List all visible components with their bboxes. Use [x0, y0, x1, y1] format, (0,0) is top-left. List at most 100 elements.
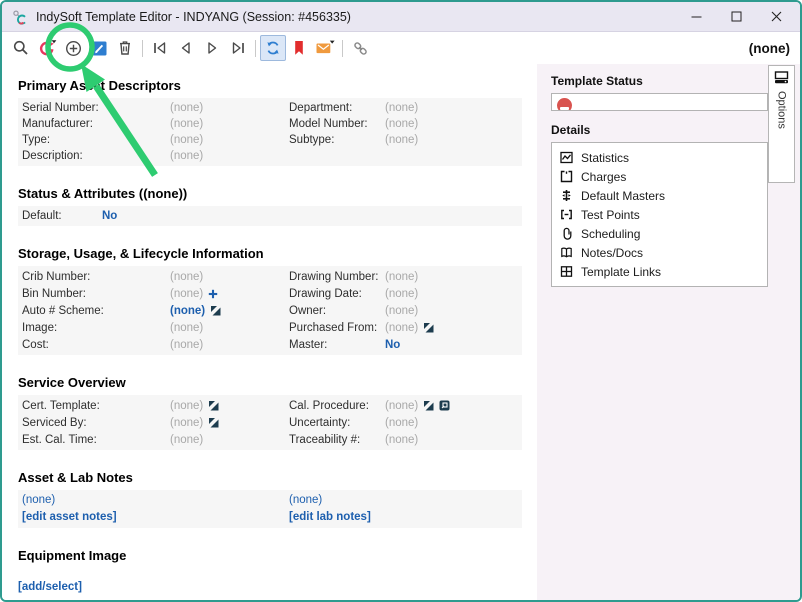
field-row: Image: (none) Purchased From: (none): [18, 319, 522, 336]
charges-icon: [560, 170, 573, 183]
field-label: Image:: [22, 322, 170, 334]
jump-icon: [210, 305, 221, 316]
section-heading-service: Service Overview: [18, 375, 537, 390]
add-button[interactable]: [60, 35, 86, 61]
field-value: (none): [385, 434, 418, 446]
details-item-charges[interactable]: Charges: [558, 167, 761, 186]
scheduling-icon: [560, 227, 573, 240]
email-button[interactable]: [312, 35, 338, 61]
toolbar-separator: [142, 40, 143, 57]
field-value: (none): [170, 288, 203, 300]
default-flag-value[interactable]: No: [102, 210, 117, 222]
app-logo-icon: [12, 9, 28, 25]
field-row: Serviced By: (none) Uncertainty: (none): [18, 414, 522, 431]
field-value: (none): [170, 134, 203, 146]
jump-icon: [423, 400, 434, 411]
field-value: (none): [170, 118, 203, 130]
field-label: Traceability #:: [289, 434, 385, 446]
auto-scheme-value[interactable]: (none): [170, 305, 205, 317]
field-label: Drawing Date:: [289, 288, 385, 300]
app-window: IndySoft Template Editor - INDYANG (Sess…: [0, 0, 802, 602]
details-panel: Statistics Charges: [551, 142, 768, 287]
field-value: (none): [385, 102, 418, 114]
details-item-notes-docs[interactable]: Notes/Docs: [558, 243, 761, 262]
minimize-button[interactable]: [676, 3, 716, 31]
cal-procedure-jump-button[interactable]: [423, 400, 434, 411]
section-heading-equipment: Equipment Image: [18, 548, 537, 563]
field-label: Bin Number:: [22, 288, 170, 300]
close-button[interactable]: [756, 3, 796, 31]
lab-notes-value: (none): [289, 494, 522, 506]
search-icon: [12, 39, 30, 57]
previous-record-button[interactable]: [173, 35, 199, 61]
section-heading-status: Status & Attributes ((none)): [18, 186, 537, 201]
plus-icon: [208, 289, 218, 299]
field-label: Model Number:: [289, 118, 385, 130]
details-item-template-links[interactable]: Template Links: [558, 262, 761, 281]
details-item-label: Template Links: [581, 265, 661, 279]
field-row: Serial Number: (none) Department: (none): [18, 100, 522, 116]
field-row: Cert. Template: (none) Cal. Procedure: (…: [18, 397, 522, 414]
field-label: Master:: [289, 339, 385, 351]
bookmark-button[interactable]: [286, 35, 312, 61]
field-row: Manufacturer: (none) Model Number: (none…: [18, 116, 522, 132]
link-button[interactable]: [347, 35, 373, 61]
toolbar: (none): [2, 32, 800, 64]
toolbar-separator: [255, 40, 256, 57]
details-item-statistics[interactable]: Statistics: [558, 148, 761, 167]
refresh-button[interactable]: [260, 35, 286, 61]
edit-asset-notes-link[interactable]: [edit asset notes]: [22, 511, 289, 523]
field-row: Type: (none) Subtype: (none): [18, 132, 522, 148]
section-heading-primary: Primary Asset Descriptors: [18, 78, 537, 93]
field-value: (none): [385, 118, 418, 130]
maximize-button[interactable]: [716, 3, 756, 31]
asset-notes-value: (none): [22, 494, 289, 506]
cal-procedure-open-button[interactable]: [439, 400, 450, 411]
bookmark-icon: [290, 39, 308, 57]
field-value: (none): [170, 322, 203, 334]
field-label: Purchased From:: [289, 322, 385, 334]
statistics-icon: [560, 151, 573, 164]
details-item-label: Default Masters: [581, 189, 665, 203]
default-masters-icon: [560, 189, 573, 202]
history-icon: [37, 39, 57, 58]
field-value: (none): [385, 322, 418, 334]
field-label: Owner:: [289, 305, 385, 317]
last-record-button[interactable]: [225, 35, 251, 61]
field-label: Type:: [22, 134, 170, 146]
field-value: (none): [385, 134, 418, 146]
first-record-button[interactable]: [147, 35, 173, 61]
field-label: Manufacturer:: [22, 118, 170, 130]
field-value: (none): [385, 288, 418, 300]
primary-descriptors-rows: Serial Number: (none) Department: (none)…: [18, 98, 522, 166]
add-select-image-link[interactable]: [add/select]: [18, 581, 82, 593]
add-bin-button[interactable]: [208, 289, 218, 299]
field-value: (none): [170, 102, 203, 114]
details-item-label: Statistics: [581, 151, 629, 165]
section-heading-storage: Storage, Usage, & Lifecycle Information: [18, 246, 537, 261]
edit-lab-notes-link[interactable]: [edit lab notes]: [289, 511, 522, 523]
field-label: Cert. Template:: [22, 400, 170, 412]
delete-button[interactable]: [112, 35, 138, 61]
cert-template-jump-button[interactable]: [208, 400, 219, 411]
options-tab[interactable]: Options: [768, 65, 795, 183]
find-button[interactable]: [8, 35, 34, 61]
details-item-default-masters[interactable]: Default Masters: [558, 186, 761, 205]
master-flag-value[interactable]: No: [385, 339, 400, 351]
details-item-scheduling[interactable]: Scheduling: [558, 224, 761, 243]
computer-icon: [774, 71, 789, 84]
field-label: Cal. Procedure:: [289, 400, 385, 412]
next-record-button[interactable]: [199, 35, 225, 61]
serviced-by-jump-button[interactable]: [208, 417, 219, 428]
field-value: (none): [170, 150, 203, 162]
details-item-test-points[interactable]: Test Points: [558, 205, 761, 224]
auto-scheme-jump-button[interactable]: [210, 305, 221, 316]
field-label: Serial Number:: [22, 102, 170, 114]
history-button[interactable]: [34, 35, 60, 61]
purchased-from-jump-button[interactable]: [423, 322, 434, 333]
edit-button[interactable]: [86, 35, 112, 61]
previous-record-icon: [177, 39, 195, 57]
status-red-icon: [557, 98, 572, 111]
details-heading: Details: [551, 123, 768, 137]
title-bar: IndySoft Template Editor - INDYANG (Sess…: [2, 2, 800, 32]
